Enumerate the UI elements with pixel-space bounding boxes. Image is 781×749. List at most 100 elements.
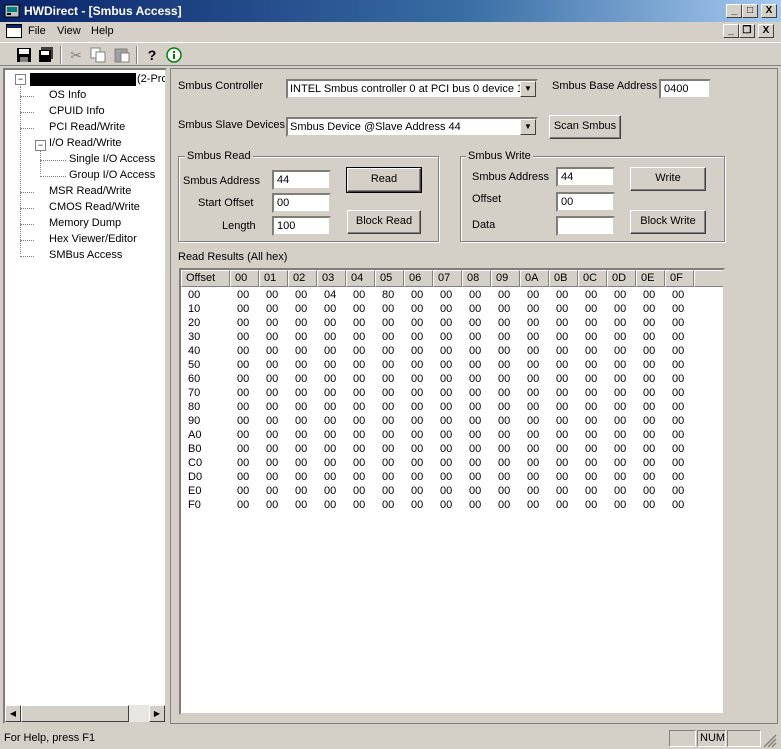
title-bar[interactable]: HWDirect - [Smbus Access] _ □ X: [0, 0, 781, 22]
table-row[interactable]: 00 00 00 00 04 00 80 00 00 00 00 00 00 00 00 00 00: [181, 289, 721, 303]
tree-item-single-io-access[interactable]: Single I/O Access: [69, 153, 155, 165]
column-header-03[interactable]: 03: [317, 270, 346, 287]
menu-view[interactable]: View: [57, 25, 81, 37]
column-header-09[interactable]: 09: [491, 270, 520, 287]
byte-cell: 00: [266, 415, 279, 427]
byte-cell: 00: [440, 471, 453, 483]
scroll-right-icon[interactable]: ▶: [149, 705, 165, 722]
cut-icon[interactable]: ✂: [66, 45, 86, 65]
mdi-close-button[interactable]: X: [758, 24, 774, 38]
table-row[interactable]: B0 00 00 00 00 00 00 00 00 00 00 00 00 00 00 00 00: [181, 443, 721, 457]
byte-cell: 00: [585, 471, 598, 483]
table-row[interactable]: C0 00 00 00 00 00 00 00 00 00 00 00 00 00 00 00 00: [181, 457, 721, 471]
table-row[interactable]: E0 00 00 00 00 00 00 00 00 00 00 00 00 00 00 00 00: [181, 485, 721, 499]
table-row[interactable]: 50 00 00 00 00 00 00 00 00 00 00 00 00 00 00 00 00: [181, 359, 721, 373]
table-row[interactable]: 60 00 00 00 00 00 00 00 00 00 00 00 00 00 00 00 00: [181, 373, 721, 387]
chevron-down-icon[interactable]: ▼: [520, 119, 536, 135]
column-header-0f[interactable]: 0F: [665, 270, 694, 287]
table-row[interactable]: 30 00 00 00 00 00 00 00 00 00 00 00 00 00 00 00 00: [181, 331, 721, 345]
block-read-button[interactable]: Block Read: [347, 210, 421, 234]
tree-item-group-io-access[interactable]: Group I/O Access: [69, 169, 155, 181]
maximize-button[interactable]: □: [742, 4, 758, 18]
smbus-slave-devices-select[interactable]: Smbus Device @Slave Address 44 ▼: [286, 117, 538, 137]
read-start-offset-field[interactable]: 00: [272, 193, 331, 213]
tree-item-pci-read-write[interactable]: PCI Read/Write: [49, 121, 125, 133]
tree-item-cmos-read-write[interactable]: CMOS Read/Write: [49, 201, 140, 213]
scroll-thumb[interactable]: [21, 705, 129, 722]
column-header-0a[interactable]: 0A: [520, 270, 549, 287]
tree-root-label[interactable]: (2-Proc: [137, 73, 165, 85]
size-grip-icon[interactable]: [763, 734, 777, 748]
tree-connector: [40, 176, 66, 177]
paste-icon[interactable]: [112, 45, 132, 65]
column-header-07[interactable]: 07: [433, 270, 462, 287]
scroll-left-icon[interactable]: ◀: [5, 705, 21, 722]
close-button[interactable]: X: [761, 4, 777, 18]
column-header-04[interactable]: 04: [346, 270, 375, 287]
help-icon[interactable]: ?: [142, 45, 162, 65]
chevron-down-icon[interactable]: ▼: [520, 81, 536, 97]
byte-cell: 00: [266, 303, 279, 315]
tree-view[interactable]: − (2-Proc OS Info CPUID Info PCI Read/Wr…: [3, 68, 167, 724]
table-row[interactable]: F0 00 00 00 00 00 00 00 00 00 00 00 00 00 00 00 00: [181, 499, 721, 513]
tree-item-cpuid-info[interactable]: CPUID Info: [49, 105, 105, 117]
document-icon[interactable]: [6, 24, 22, 38]
tree-item-msr-read-write[interactable]: MSR Read/Write: [49, 185, 131, 197]
save-icon[interactable]: [14, 45, 34, 65]
tree-collapse-toggle[interactable]: −: [15, 74, 26, 85]
byte-cell: 00: [585, 359, 598, 371]
write-offset-field[interactable]: 00: [556, 192, 615, 212]
copy-icon[interactable]: [88, 45, 108, 65]
read-results-list[interactable]: Offset 00 01 02 03 04 05 06 07 08 09 0A 0B 0C 0D 0E 0F 00…: [179, 268, 725, 715]
table-row[interactable]: 80 00 00 00 00 00 00 00 00 00 00 00 00 00 00 00 00: [181, 401, 721, 415]
smbus-controller-select[interactable]: INTEL Smbus controller 0 at PCI bus 0 de…: [286, 79, 538, 99]
table-row[interactable]: D0 00 00 00 00 00 00 00 00 00 00 00 00 00 00 00 00: [181, 471, 721, 485]
column-header-offset[interactable]: Offset: [181, 270, 230, 287]
menu-file[interactable]: File: [28, 25, 46, 37]
smbus-base-address-field[interactable]: 0400: [659, 79, 711, 99]
column-header-0d[interactable]: 0D: [607, 270, 636, 287]
menu-help[interactable]: Help: [91, 25, 114, 37]
block-write-button[interactable]: Block Write: [630, 210, 706, 234]
tree-connector: [20, 224, 34, 225]
mdi-restore-button[interactable]: ❐: [739, 24, 755, 38]
byte-cell: 00: [614, 331, 627, 343]
tree-item-hex-viewer-editor[interactable]: Hex Viewer/Editor: [49, 233, 137, 245]
byte-cell: 00: [556, 443, 569, 455]
tree-item-io-read-write[interactable]: I/O Read/Write: [49, 137, 122, 149]
write-data-field[interactable]: [556, 216, 615, 236]
column-header-0e[interactable]: 0E: [636, 270, 665, 287]
scan-smbus-button[interactable]: Scan Smbus: [549, 115, 621, 139]
write-button[interactable]: Write: [630, 167, 706, 191]
read-length-field[interactable]: 100: [272, 216, 331, 236]
tree-horizontal-scrollbar[interactable]: ◀ ▶: [5, 705, 165, 722]
info-icon[interactable]: [164, 45, 184, 65]
table-row[interactable]: 10 00 00 00 00 00 00 00 00 00 00 00 00 00 00 00 00: [181, 303, 721, 317]
column-header-08[interactable]: 08: [462, 270, 491, 287]
column-header-05[interactable]: 05: [375, 270, 404, 287]
table-row[interactable]: A0 00 00 00 00 00 00 00 00 00 00 00 00 00 00 00 00: [181, 429, 721, 443]
mdi-minimize-button[interactable]: _: [723, 24, 739, 38]
read-button[interactable]: Read: [346, 167, 422, 193]
column-header-06[interactable]: 06: [404, 270, 433, 287]
column-header-00[interactable]: 00: [230, 270, 259, 287]
tree-item-memory-dump[interactable]: Memory Dump: [49, 217, 121, 229]
byte-cell: 00: [672, 485, 685, 497]
column-header-0b[interactable]: 0B: [549, 270, 578, 287]
tree-collapse-toggle[interactable]: −: [35, 140, 46, 151]
read-address-field[interactable]: 44: [272, 170, 331, 190]
column-header-0c[interactable]: 0C: [578, 270, 607, 287]
minimize-button[interactable]: _: [726, 4, 742, 18]
table-row[interactable]: 20 00 00 00 00 00 00 00 00 00 00 00 00 00 00 00 00: [181, 317, 721, 331]
save-all-icon[interactable]: [36, 45, 56, 65]
table-row[interactable]: 40 00 00 00 00 00 00 00 00 00 00 00 00 00 00 00 00: [181, 345, 721, 359]
tree-item-os-info[interactable]: OS Info: [49, 89, 86, 101]
column-header-01[interactable]: 01: [259, 270, 288, 287]
column-header-02[interactable]: 02: [288, 270, 317, 287]
tree-item-smbus-access[interactable]: SMBus Access: [49, 249, 122, 261]
table-row[interactable]: 90 00 00 00 00 00 00 00 00 00 00 00 00 00 00 00 00: [181, 415, 721, 429]
tree-root-redacted[interactable]: [30, 73, 136, 86]
table-row[interactable]: 70 00 00 00 00 00 00 00 00 00 00 00 00 00 00 00 00: [181, 387, 721, 401]
byte-cell: 00: [469, 345, 482, 357]
write-address-field[interactable]: 44: [556, 167, 615, 187]
